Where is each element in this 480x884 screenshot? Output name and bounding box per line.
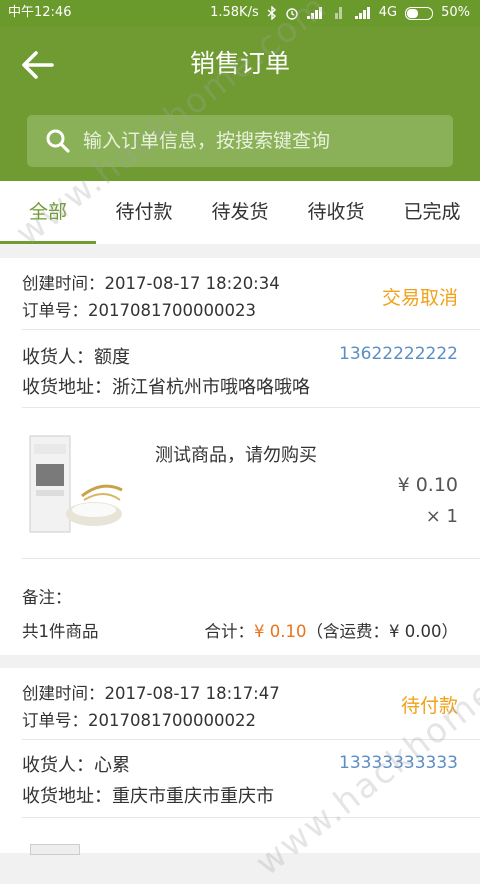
shipping-fee: （含运费：¥ 0.00） <box>306 622 458 641</box>
tab-pending-shipment[interactable]: 待发货 <box>192 181 288 244</box>
search-bar[interactable] <box>27 115 453 167</box>
divider <box>22 558 480 559</box>
tab-completed[interactable]: 已完成 <box>384 181 480 244</box>
bluetooth-icon <box>267 6 276 20</box>
receiver-phone[interactable]: 13333333333 <box>339 753 458 773</box>
tab-pending-receipt[interactable]: 待收货 <box>288 181 384 244</box>
status-time: 中午12:46 <box>8 5 72 20</box>
order-number: 订单号：2017081700000022 <box>22 711 256 730</box>
order-total: 合计：¥ 0.10（含运费：¥ 0.00） <box>205 618 458 642</box>
status-indicators: 1.58K/s 4G 50% <box>210 0 470 26</box>
network-speed: 1.58K/s <box>210 5 259 20</box>
divider <box>22 329 480 330</box>
receiver-name: 收货人：心累 <box>22 755 130 776</box>
page-title: 销售订单 <box>189 49 290 78</box>
divider <box>22 407 480 408</box>
product-name[interactable]: 测试商品，请勿购买 <box>155 441 317 467</box>
alarm-icon <box>286 8 298 20</box>
battery-level: 50% <box>441 5 470 20</box>
receiver-phone[interactable]: 13622222222 <box>339 344 458 364</box>
product-image-partial <box>30 844 80 855</box>
signal-icon <box>331 7 347 19</box>
divider <box>22 817 480 818</box>
status-bar: 中午12:46 1.58K/s 4G 50% <box>0 0 480 26</box>
receiver-address: 收货地址：重庆市重庆市重庆市 <box>22 786 274 807</box>
order-status: 待付款 <box>400 695 458 717</box>
product-price: ¥ 0.10 <box>397 474 458 496</box>
divider <box>22 739 480 740</box>
order-card[interactable]: 创建时间：2017-08-17 18:17:47 订单号：20170817000… <box>0 668 480 855</box>
order-created-time: 创建时间：2017-08-17 18:20:34 <box>22 274 280 293</box>
signal-icon <box>306 7 323 19</box>
search-input[interactable] <box>81 129 445 153</box>
order-remark: 备注： <box>22 588 72 607</box>
tab-all[interactable]: 全部 <box>0 181 96 244</box>
product-quantity: × 1 <box>425 506 458 527</box>
order-number: 订单号：2017081700000023 <box>22 301 256 320</box>
battery-icon <box>405 6 434 20</box>
signal-icon <box>354 7 371 19</box>
order-created-time: 创建时间：2017-08-17 18:17:47 <box>22 684 280 703</box>
order-status: 交易取消 <box>381 287 458 309</box>
receiver-address: 收货地址：浙江省杭州市哦咯咯哦咯 <box>22 377 310 398</box>
network-type: 4G <box>378 5 398 20</box>
total-label: 合计： <box>204 622 255 641</box>
tab-pending-payment[interactable]: 待付款 <box>96 181 192 244</box>
receiver-name: 收货人：额度 <box>22 347 130 368</box>
header: 销售订单 <box>0 26 480 181</box>
item-count: 共1件商品 <box>22 622 99 641</box>
product-image[interactable] <box>22 430 130 540</box>
total-value: ¥ 0.10 <box>254 622 307 641</box>
order-card[interactable]: 创建时间：2017-08-17 18:20:34 订单号：20170817000… <box>0 258 480 655</box>
order-tabs: 全部 待付款 待发货 待收货 已完成 <box>0 181 480 244</box>
search-icon <box>46 129 70 153</box>
